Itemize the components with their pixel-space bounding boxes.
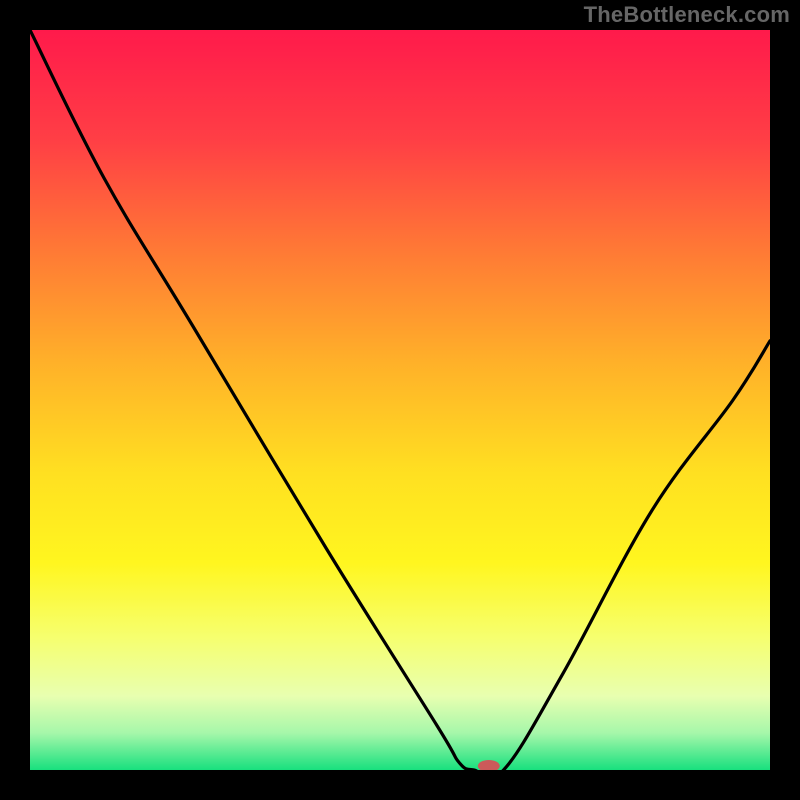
chart-svg: [30, 30, 770, 770]
chart-stage: TheBottleneck.com: [0, 0, 800, 800]
watermark-label: TheBottleneck.com: [584, 2, 790, 28]
chart-background: [30, 30, 770, 770]
chart-plot-area: [30, 30, 770, 770]
